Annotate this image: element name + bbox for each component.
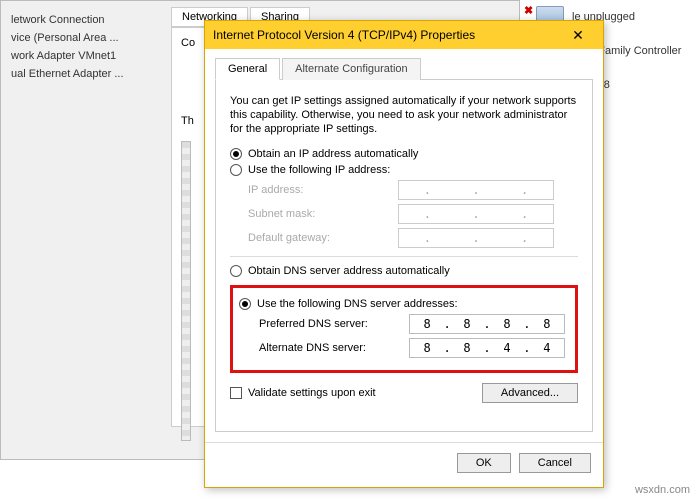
cancel-button[interactable]: Cancel (519, 453, 591, 473)
ip-address-label: IP address: (248, 184, 398, 196)
advanced-button[interactable]: Advanced... (482, 383, 578, 403)
preferred-dns-field[interactable]: 8. 8. 8. 8 (409, 314, 565, 334)
bg-text: Co (181, 37, 195, 49)
ip-address-field: ... (398, 180, 554, 200)
radio-label: Use the following DNS server addresses: (257, 298, 458, 310)
preferred-dns-label: Preferred DNS server: (259, 318, 409, 330)
radio-label: Obtain an IP address automatically (248, 148, 418, 160)
radio-obtain-ip-auto[interactable]: Obtain an IP address automatically (230, 148, 578, 160)
ok-button[interactable]: OK (457, 453, 511, 473)
radio-use-following-dns[interactable]: Use the following DNS server addresses: (239, 298, 567, 310)
bg-component-list (181, 141, 191, 441)
tab-general[interactable]: General (215, 58, 280, 80)
subnet-mask-label: Subnet mask: (248, 208, 398, 220)
radio-label: Obtain DNS server address automatically (248, 265, 450, 277)
description-text: You can get IP settings assigned automat… (230, 94, 578, 136)
list-item[interactable]: work Adapter VMnet1 (11, 47, 161, 65)
error-icon: ✖ (524, 4, 533, 17)
watermark: wsxdn.com (635, 484, 690, 496)
radio-icon (239, 298, 251, 310)
window-title: Internet Protocol Version 4 (TCP/IPv4) P… (213, 28, 561, 42)
list-item[interactable]: vice (Personal Area ... (11, 29, 161, 47)
radio-obtain-dns-auto[interactable]: Obtain DNS server address automatically (230, 265, 578, 277)
list-item[interactable]: ual Ethernet Adapter ... (11, 65, 161, 83)
bg-text: Th (181, 115, 194, 127)
radio-use-following-ip[interactable]: Use the following IP address: (230, 164, 578, 176)
radio-label: Use the following IP address: (248, 164, 390, 176)
alternate-dns-label: Alternate DNS server: (259, 342, 409, 354)
tab-alternate-configuration[interactable]: Alternate Configuration (282, 58, 421, 80)
radio-icon (230, 164, 242, 176)
alternate-dns-field[interactable]: 8. 8. 4. 4 (409, 338, 565, 358)
list-item[interactable]: letwork Connection (11, 11, 161, 29)
adapter-list: letwork Connection vice (Personal Area .… (7, 7, 165, 87)
dns-section-highlight: Use the following DNS server addresses: … (230, 285, 578, 373)
default-gateway-label: Default gateway: (248, 232, 398, 244)
titlebar[interactable]: Internet Protocol Version 4 (TCP/IPv4) P… (205, 21, 603, 49)
validate-checkbox[interactable] (230, 387, 242, 399)
ipv4-properties-dialog: Internet Protocol Version 4 (TCP/IPv4) P… (204, 20, 604, 488)
radio-icon (230, 148, 242, 160)
radio-icon (230, 265, 242, 277)
validate-label: Validate settings upon exit (248, 387, 376, 399)
subnet-mask-field: ... (398, 204, 554, 224)
default-gateway-field: ... (398, 228, 554, 248)
close-button[interactable]: ✕ (561, 27, 595, 44)
